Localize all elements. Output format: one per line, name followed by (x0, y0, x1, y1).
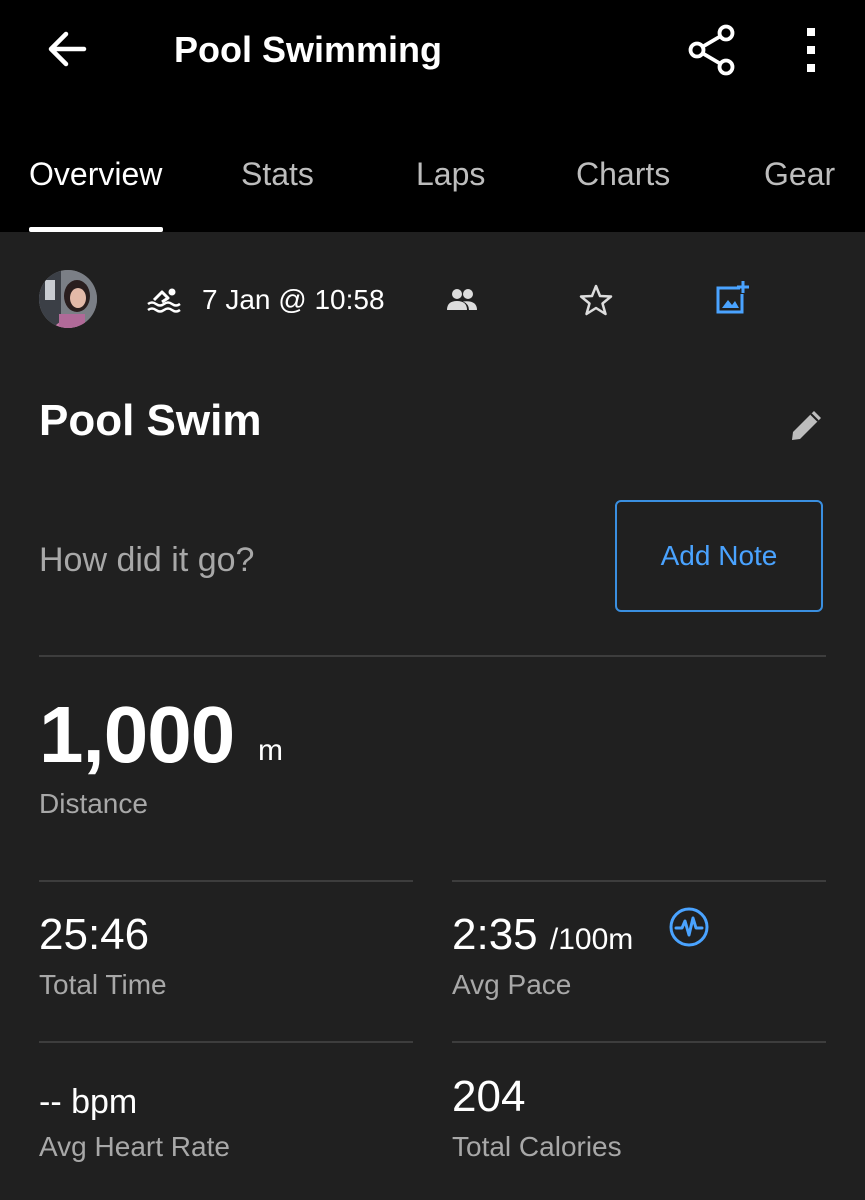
tab-stats[interactable]: Stats (241, 152, 314, 196)
avg-heart-rate-label: Avg Heart Rate (39, 1131, 230, 1162)
divider (452, 880, 826, 882)
distance-unit: m (258, 734, 283, 767)
app-bar: Pool Swimming Overview Stats Laps Charts… (0, 0, 865, 232)
divider (39, 880, 413, 882)
divider (39, 655, 826, 657)
distance-label: Distance (39, 788, 148, 819)
divider (39, 1041, 413, 1043)
avg-heart-rate-value: -- bpm (39, 1083, 138, 1121)
total-time-label: Total Time (39, 969, 167, 1000)
tab-laps[interactable]: Laps (416, 152, 485, 196)
avg-heart-rate-unit: bpm (71, 1083, 138, 1121)
avg-pace-label: Avg Pace (452, 969, 572, 1000)
people-icon[interactable] (447, 288, 477, 312)
activity-date: 7 Jan @ 10:58 (202, 284, 385, 315)
tab-overview[interactable]: Overview (29, 152, 162, 196)
total-calories-label: Total Calories (452, 1131, 622, 1162)
swim-icon (147, 288, 181, 313)
share-icon[interactable] (688, 24, 736, 76)
total-time-value: 25:46 (39, 910, 150, 959)
more-vertical-icon[interactable] (796, 26, 826, 74)
total-calories-value: 204 (452, 1072, 526, 1121)
avatar[interactable] (39, 270, 97, 328)
distance-value: 1,000 (39, 690, 235, 779)
add-photo-icon[interactable] (714, 280, 750, 316)
tab-indicator (29, 227, 163, 232)
pace-chart-icon[interactable] (668, 906, 710, 948)
tab-charts[interactable]: Charts (576, 152, 670, 196)
pencil-icon[interactable] (788, 406, 826, 444)
star-icon[interactable] (579, 283, 613, 317)
avg-pace-value: 2:35 /100m (452, 910, 634, 959)
note-prompt: How did it go? (39, 541, 255, 579)
avg-pace-unit: /100m (549, 923, 634, 956)
divider (452, 1041, 826, 1043)
add-note-button[interactable]: Add Note (615, 500, 823, 612)
activity-name: Pool Swim (39, 396, 262, 445)
arrow-left-icon[interactable] (44, 26, 90, 72)
page-title: Pool Swimming (174, 29, 443, 70)
tab-gear[interactable]: Gear (764, 152, 835, 196)
